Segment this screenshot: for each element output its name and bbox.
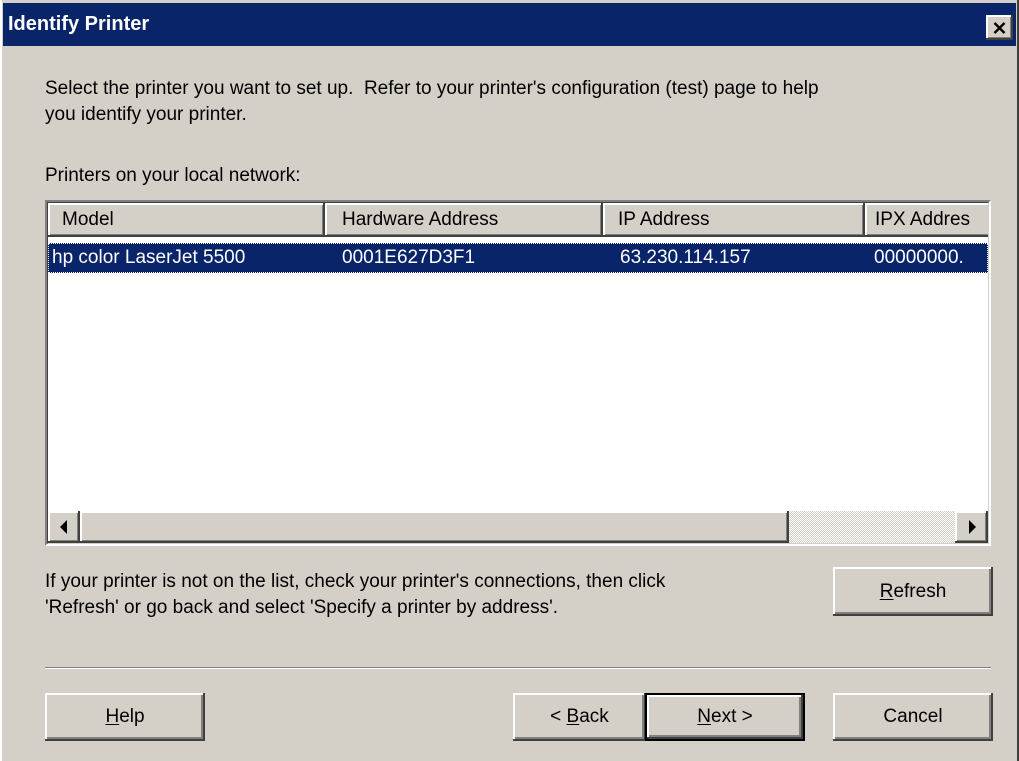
- cancel-button[interactable]: Cancel: [833, 693, 993, 741]
- column-header-ipx-address[interactable]: IPX Addres: [865, 203, 988, 237]
- cell-ip-address: 63.230.114.157: [620, 247, 751, 268]
- separator-line: [45, 667, 991, 669]
- printer-list-area: Model Hardware Address IP Address IPX Ad…: [48, 203, 988, 543]
- hint-text-line-2: 'Refresh' or go back and select 'Specify…: [45, 597, 558, 618]
- column-header-model[interactable]: Model: [48, 203, 325, 237]
- back-button-label: < Back: [550, 706, 609, 727]
- column-header-label: IPX Addres: [875, 209, 971, 230]
- scrollbar-thumb[interactable]: [80, 511, 789, 543]
- printer-list[interactable]: Model Hardware Address IP Address IPX Ad…: [45, 200, 991, 546]
- list-header: Model Hardware Address IP Address IPX Ad…: [48, 203, 988, 237]
- column-header-label: Model: [62, 209, 114, 230]
- right-arrow-icon: [968, 520, 976, 534]
- column-header-hardware-address[interactable]: Hardware Address: [325, 203, 603, 237]
- cell-ipx-address: 00000000.: [874, 247, 964, 268]
- cell-model: hp color LaserJet 5500: [52, 247, 246, 268]
- refresh-button-label: Refresh: [879, 580, 947, 602]
- left-arrow-icon: [60, 520, 67, 534]
- printer-list-frame: Model Hardware Address IP Address IPX Ad…: [47, 202, 989, 544]
- back-button[interactable]: < Back: [513, 693, 646, 741]
- column-header-label: IP Address: [618, 209, 710, 230]
- scrollbar-track[interactable]: [80, 511, 955, 543]
- scroll-right-button[interactable]: [955, 511, 988, 543]
- refresh-button[interactable]: Refresh: [833, 567, 993, 616]
- next-button[interactable]: Next >: [645, 693, 805, 741]
- window-title: Identify Printer: [8, 13, 150, 35]
- intro-text-line-1: Select the printer you want to set up. R…: [45, 78, 819, 99]
- help-button-label: Help: [105, 706, 145, 727]
- scroll-left-button[interactable]: [48, 511, 80, 543]
- column-header-label: Hardware Address: [342, 209, 499, 230]
- next-button-label: Next >: [697, 706, 753, 727]
- hint-text-line-1: If your printer is not on the list, chec…: [45, 571, 666, 592]
- cell-hardware-address: 0001E627D3F1: [342, 247, 476, 268]
- table-row-selected[interactable]: hp color LaserJet 5500 0001E627D3F1 63.2…: [48, 243, 988, 273]
- intro-text-line-2: you identify your printer.: [45, 104, 247, 125]
- title-bar[interactable]: Identify Printer: [3, 3, 1016, 46]
- identify-printer-dialog: Identify Printer Select the printer you …: [0, 0, 1019, 761]
- column-header-ip-address[interactable]: IP Address: [603, 203, 865, 237]
- close-button[interactable]: [986, 15, 1013, 40]
- horizontal-scrollbar[interactable]: [48, 511, 988, 543]
- printer-list-label: Printers on your local network:: [45, 165, 301, 186]
- close-icon: [993, 21, 1006, 34]
- help-button[interactable]: Help: [45, 693, 205, 741]
- cancel-button-label: Cancel: [883, 706, 943, 727]
